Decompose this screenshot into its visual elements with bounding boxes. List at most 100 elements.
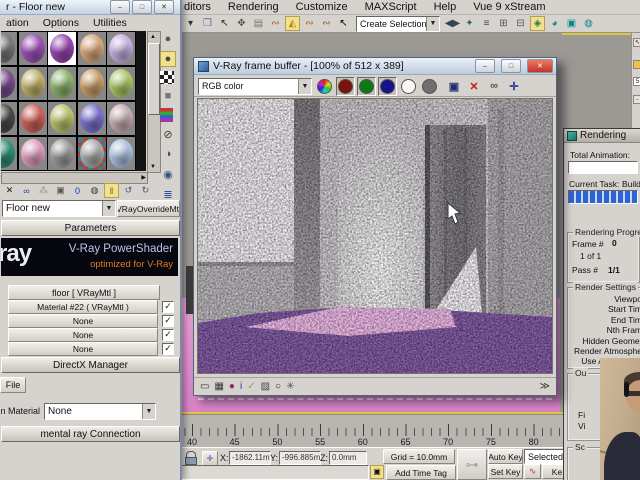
override-slot-button-0[interactable]: Material #22 ( VRayMtl ) [8, 300, 158, 314]
vfb-channel-dropdown[interactable]: RGB color ▼ [198, 78, 312, 95]
mirror-icon[interactable]: ◀▶ [445, 16, 460, 31]
graphite-ribbon-a-icon[interactable]: ⊞ [496, 16, 511, 31]
bind-to-spacewarp-icon[interactable]: ∾ [302, 16, 317, 31]
save-image-icon[interactable]: ▣ [446, 78, 462, 94]
show-map-in-viewport-icon[interactable]: ◍ [87, 183, 102, 198]
z-coordinate-field[interactable]: 0.0mm [329, 451, 367, 465]
key-filters-icon[interactable]: ∿ [524, 464, 541, 479]
material-swatch-r0c0[interactable] [1, 31, 18, 66]
image-grid-icon[interactable]: ▦ [214, 381, 223, 392]
override-slot-button-3[interactable]: None [8, 342, 158, 356]
parameters-rollout[interactable]: Parameters [1, 220, 180, 236]
me-minimize-button[interactable]: – [110, 0, 130, 14]
chevron-down-icon[interactable]: ▼ [102, 201, 115, 216]
chevron-down-icon[interactable]: ▼ [426, 17, 439, 31]
selection-set-dropdown[interactable]: Create Selection Set ▼ [356, 16, 440, 32]
pixel-info-icon[interactable]: i [240, 381, 242, 392]
material-options-icon[interactable]: ◑ [160, 146, 176, 162]
add-time-tag-button[interactable]: Add Time Tag [386, 465, 456, 480]
mono-channel-button[interactable] [420, 77, 439, 96]
align-icon[interactable]: ✦ [462, 16, 477, 31]
swatch-vertical-scrollbar[interactable]: ▲ ▼ [147, 31, 161, 173]
material-swatch-r2c2[interactable] [47, 101, 77, 136]
render-image[interactable] [197, 98, 553, 374]
id-mask-icon[interactable]: ✳ [286, 381, 294, 392]
material-swatch-r1c0[interactable] [1, 66, 18, 101]
render-production-icon[interactable]: ◍ [581, 16, 596, 31]
graphite-ribbon-b-icon[interactable]: ⊟ [513, 16, 528, 31]
material-swatch-r3c2[interactable] [47, 136, 77, 171]
me-menu-ation[interactable]: ation [6, 17, 29, 29]
panel-spinner-value[interactable]: 5 [633, 77, 640, 86]
plugin-material-dropdown[interactable]: None ▼ [44, 403, 156, 420]
red-channel-button[interactable] [336, 77, 355, 96]
menu-item-maxscript[interactable]: MAXScript [365, 1, 417, 13]
background-checker-icon[interactable] [160, 71, 174, 84]
go-forward-to-sibling-icon[interactable]: ↻ [138, 183, 153, 198]
material-swatch-r0c2[interactable] [47, 31, 77, 66]
auto-key-button[interactable]: Auto Key [488, 449, 523, 464]
menu-item-vue-9-xstream[interactable]: Vue 9 xStream [473, 1, 545, 13]
material-swatch-r1c4[interactable] [106, 66, 136, 101]
color-curves-icon[interactable]: ▨ [261, 381, 270, 392]
make-unique-icon[interactable]: ⁂ [36, 183, 51, 198]
sample-type-sphere-icon[interactable]: ● [160, 31, 176, 47]
pick-material-from-object-icon[interactable]: ▣ [53, 183, 68, 198]
override-slot-button-1[interactable]: None [8, 314, 158, 328]
vfb-titlebar[interactable]: V-Ray frame buffer - [100% of 512 x 389]… [194, 58, 556, 75]
chevron-down-icon[interactable]: ▼ [298, 79, 311, 94]
material-swatch-r3c3[interactable] [77, 136, 107, 171]
rendering-dialog-titlebar[interactable]: Rendering [564, 129, 640, 143]
rgb-channels-button[interactable] [315, 77, 334, 96]
flyout-arrow-icon[interactable]: ▾ [183, 16, 198, 31]
vfb-minimize-button[interactable]: – [475, 59, 495, 73]
delete-material-icon[interactable]: ✕ [2, 183, 17, 198]
me-close-button[interactable]: ✕ [154, 0, 174, 14]
material-swatch-r3c0[interactable] [1, 136, 18, 171]
me-maximize-button[interactable]: □ [132, 0, 152, 14]
scroll-down-icon[interactable]: ▼ [148, 162, 158, 172]
selection-region-icon[interactable]: ▤ [251, 16, 266, 31]
absolute-mode-icon[interactable]: ✛ [202, 451, 218, 466]
override-slot-checkbox-3[interactable]: ✓ [162, 343, 174, 355]
material-swatch-r1c2[interactable] [47, 66, 77, 101]
render-setup-icon[interactable]: ◕ [547, 16, 562, 31]
material-swatch-r2c0[interactable] [1, 101, 18, 136]
vfb-collapse-chevron-icon[interactable]: ≫ [540, 381, 550, 392]
mental-ray-connection-rollout[interactable]: mental ray Connection [1, 426, 180, 442]
vfb-maximize-button[interactable]: □ [501, 59, 521, 73]
menu-item-help[interactable]: Help [434, 1, 457, 13]
go-to-parent-icon[interactable]: ↺ [121, 183, 136, 198]
track-mouse-icon[interactable]: ✛ [506, 78, 522, 94]
time-tag-cube-icon[interactable]: ▣ [370, 465, 384, 479]
select-by-material-icon[interactable]: ◉ [160, 166, 176, 182]
select-by-name-icon[interactable]: ✥ [234, 16, 249, 31]
green-channel-button[interactable] [357, 77, 376, 96]
sample-uv-tiling-icon[interactable]: ■ [160, 88, 176, 104]
material-swatch-r0c4[interactable] [106, 31, 136, 66]
panel-cursor-icon[interactable]: ↖ [633, 38, 640, 47]
stamp-icon[interactable]: ✓ [247, 381, 255, 392]
duplicate-to-host-icon[interactable]: ∞ [486, 78, 502, 94]
unlink-selection-icon[interactable]: ◭ [285, 16, 300, 31]
rendered-frame-window-icon[interactable]: ▣ [564, 16, 579, 31]
material-swatch-r2c1[interactable] [18, 101, 48, 136]
material-swatch-r2c4[interactable] [106, 101, 136, 136]
video-color-check-icon[interactable] [160, 108, 173, 122]
backlight-icon[interactable]: ● [160, 51, 176, 67]
panel-orange-icon[interactable] [633, 60, 640, 69]
scroll-up-icon[interactable]: ▲ [148, 32, 158, 42]
menu-item-customize[interactable]: Customize [296, 1, 348, 13]
material-swatch-r0c3[interactable] [77, 31, 107, 66]
alpha-channel-button[interactable] [399, 77, 418, 96]
asset-browser-icon[interactable]: ❒ [200, 16, 215, 31]
panel-minus-button[interactable]: - [633, 95, 640, 104]
select-and-link-icon[interactable]: ∾ [268, 16, 283, 31]
link-material-icon[interactable]: ∞ [19, 183, 34, 198]
directx-manager-rollout[interactable]: DirectX Manager [1, 357, 180, 373]
blue-channel-button[interactable] [378, 77, 397, 96]
material-swatch-r3c4[interactable] [106, 136, 136, 171]
layer-manager-icon[interactable]: ≡ [479, 16, 494, 31]
material-name-dropdown[interactable]: Floor new ▼ [2, 200, 116, 217]
schematic-view-icon[interactable]: ◈ [530, 16, 545, 31]
